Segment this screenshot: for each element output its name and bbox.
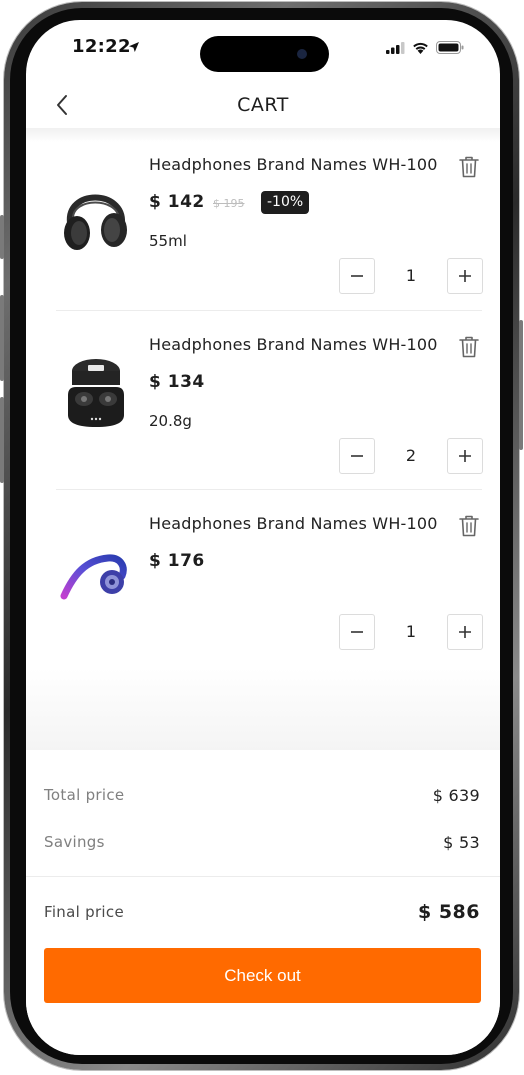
minus-icon bbox=[351, 275, 363, 277]
minus-icon bbox=[351, 631, 363, 633]
product-image-ear-hook-headphone bbox=[60, 554, 127, 600]
app-screen: 12:22 CART Headphones Brand Names WH-100… bbox=[26, 20, 500, 1055]
cart-item: Headphones Brand Names WH-100 $ 142 $ 19… bbox=[26, 143, 500, 323]
increase-quantity-button[interactable] bbox=[447, 258, 483, 294]
final-price-row: Final price $ 586 bbox=[44, 900, 480, 924]
status-bar: 12:22 bbox=[26, 20, 500, 76]
status-time: 12:22 bbox=[72, 36, 131, 57]
quantity-value: 2 bbox=[405, 446, 417, 465]
total-price-row: Total price $ 639 bbox=[44, 783, 480, 807]
phone-power-button bbox=[519, 320, 523, 450]
status-icons bbox=[386, 41, 464, 54]
product-image-headphones bbox=[64, 194, 127, 250]
dynamic-island bbox=[200, 36, 329, 72]
delete-item-button[interactable] bbox=[458, 155, 480, 179]
quantity-value: 1 bbox=[405, 266, 417, 285]
delete-item-button[interactable] bbox=[458, 335, 480, 359]
decrease-quantity-button[interactable] bbox=[339, 258, 375, 294]
plus-icon bbox=[459, 626, 471, 638]
total-price-label: Total price bbox=[44, 786, 125, 804]
decrease-quantity-button[interactable] bbox=[339, 614, 375, 650]
total-price-value: $ 639 bbox=[432, 785, 480, 805]
nav-shadow bbox=[26, 128, 500, 142]
savings-row: Savings $ 53 bbox=[44, 830, 480, 854]
savings-label: Savings bbox=[44, 833, 105, 851]
product-variant: 55ml bbox=[149, 232, 187, 250]
signal-icon bbox=[386, 41, 405, 54]
product-old-price: $ 195 bbox=[213, 197, 245, 210]
delete-item-button[interactable] bbox=[458, 514, 480, 538]
quantity-stepper: 2 bbox=[339, 438, 483, 474]
phone-silent-switch bbox=[0, 215, 4, 259]
increase-quantity-button[interactable] bbox=[447, 438, 483, 474]
product-name[interactable]: Headphones Brand Names WH-100 bbox=[149, 335, 438, 354]
list-fade bbox=[26, 668, 500, 752]
quantity-value: 1 bbox=[405, 622, 417, 641]
product-variant: 20.8g bbox=[149, 412, 192, 430]
product-name[interactable]: Headphones Brand Names WH-100 bbox=[149, 155, 438, 174]
trash-icon bbox=[459, 515, 479, 537]
summary-divider bbox=[26, 876, 500, 877]
product-price: $ 176 bbox=[149, 551, 205, 571]
minus-icon bbox=[351, 455, 363, 457]
item-divider bbox=[56, 489, 482, 490]
item-divider bbox=[56, 310, 482, 311]
cart-item: Headphones Brand Names WH-100 $ 176 1 bbox=[26, 502, 500, 682]
product-price: $ 142 bbox=[149, 192, 205, 212]
quantity-stepper: 1 bbox=[339, 258, 483, 294]
quantity-stepper: 1 bbox=[339, 614, 483, 650]
plus-icon bbox=[459, 450, 471, 462]
discount-badge: -10% bbox=[261, 191, 310, 214]
plus-icon bbox=[459, 270, 471, 282]
trash-icon bbox=[459, 156, 479, 178]
phone-volume-down-button bbox=[0, 397, 4, 483]
savings-value: $ 53 bbox=[443, 832, 480, 852]
increase-quantity-button[interactable] bbox=[447, 614, 483, 650]
wifi-icon bbox=[413, 42, 428, 54]
cart-item: Headphones Brand Names WH-100 $ 134 20.8… bbox=[26, 323, 500, 503]
trash-icon bbox=[459, 336, 479, 358]
decrease-quantity-button[interactable] bbox=[339, 438, 375, 474]
page-title: CART bbox=[237, 94, 289, 116]
checkout-button[interactable]: Check out bbox=[44, 948, 481, 1003]
battery-icon bbox=[436, 41, 464, 54]
product-image-earbuds-case bbox=[68, 359, 124, 427]
product-name[interactable]: Headphones Brand Names WH-100 bbox=[149, 514, 438, 533]
product-price: $ 134 bbox=[149, 372, 205, 392]
final-price-value: $ 586 bbox=[418, 901, 480, 923]
location-arrow-icon bbox=[129, 42, 139, 52]
order-summary: Total price $ 639 Savings $ 53 Final pri… bbox=[26, 750, 500, 1055]
final-price-label: Final price bbox=[44, 903, 124, 921]
nav-bar: CART bbox=[26, 82, 500, 130]
phone-volume-up-button bbox=[0, 295, 4, 381]
